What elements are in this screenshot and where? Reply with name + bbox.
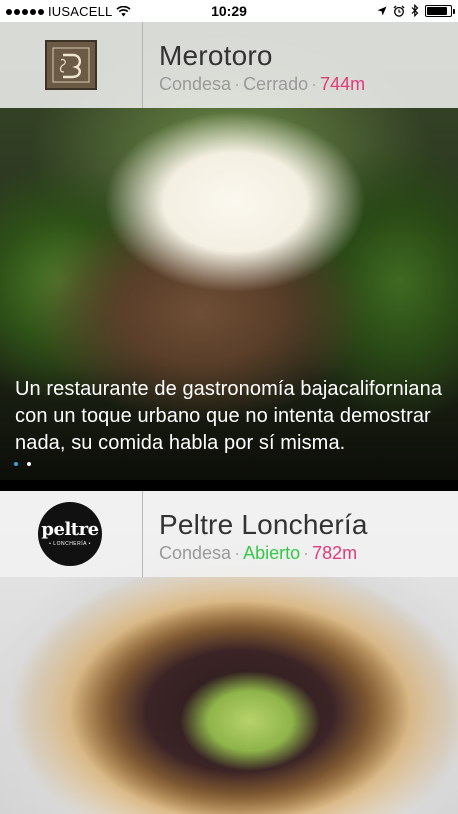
meta-separator: · xyxy=(303,543,310,563)
restaurant-description: Un restaurante de gastronomía bajacalifo… xyxy=(15,378,443,454)
page-dot-1[interactable] xyxy=(14,462,18,466)
bluetooth-icon xyxy=(411,4,419,17)
distance: 782m xyxy=(312,543,358,563)
merotoro-logo xyxy=(45,40,97,90)
page-dot-2[interactable] xyxy=(27,462,31,466)
restaurant-meta: Condesa · Cerrado · 744m xyxy=(159,74,365,95)
peltre-logo: peltre • LONCHERÍA • xyxy=(38,502,102,566)
logo-container: peltre • LONCHERÍA • xyxy=(0,491,142,577)
alarm-icon xyxy=(393,5,405,17)
location-arrow-icon xyxy=(377,6,387,15)
logo-subtitle: • LONCHERÍA • xyxy=(49,541,91,547)
restaurant-card-merotoro[interactable]: Merotoro Condesa · Cerrado · 744m Un restaur… xyxy=(0,22,458,480)
status-bar: IUSACELL 10:29 xyxy=(0,0,458,22)
restaurant-name: Peltre Lonchería xyxy=(159,509,368,540)
battery-icon xyxy=(425,4,455,17)
meta-separator: · xyxy=(311,74,318,94)
card-header: peltre • LONCHERÍA • Peltre Lonchería Co… xyxy=(0,491,458,577)
header-divider xyxy=(142,491,143,577)
page-indicator[interactable] xyxy=(14,462,31,466)
neighborhood: Condesa xyxy=(159,543,232,563)
open-status: Abierto xyxy=(243,543,301,563)
restaurant-card-peltre[interactable]: peltre • LONCHERÍA • Peltre Lonchería Co… xyxy=(0,491,458,814)
header-divider xyxy=(142,22,143,108)
meta-separator: · xyxy=(234,543,241,563)
card-header: Merotoro Condesa · Cerrado · 744m xyxy=(0,22,458,108)
open-status: Cerrado xyxy=(243,74,309,94)
card-separator xyxy=(0,480,458,491)
restaurant-meta: Condesa · Abierto · 782m xyxy=(159,543,357,564)
distance: 744m xyxy=(320,74,366,94)
meta-separator: · xyxy=(234,74,241,94)
neighborhood: Condesa xyxy=(159,74,232,94)
restaurant-name: Merotoro xyxy=(159,40,273,71)
logo-container xyxy=(0,22,142,108)
logo-wordmark: peltre xyxy=(41,519,99,540)
